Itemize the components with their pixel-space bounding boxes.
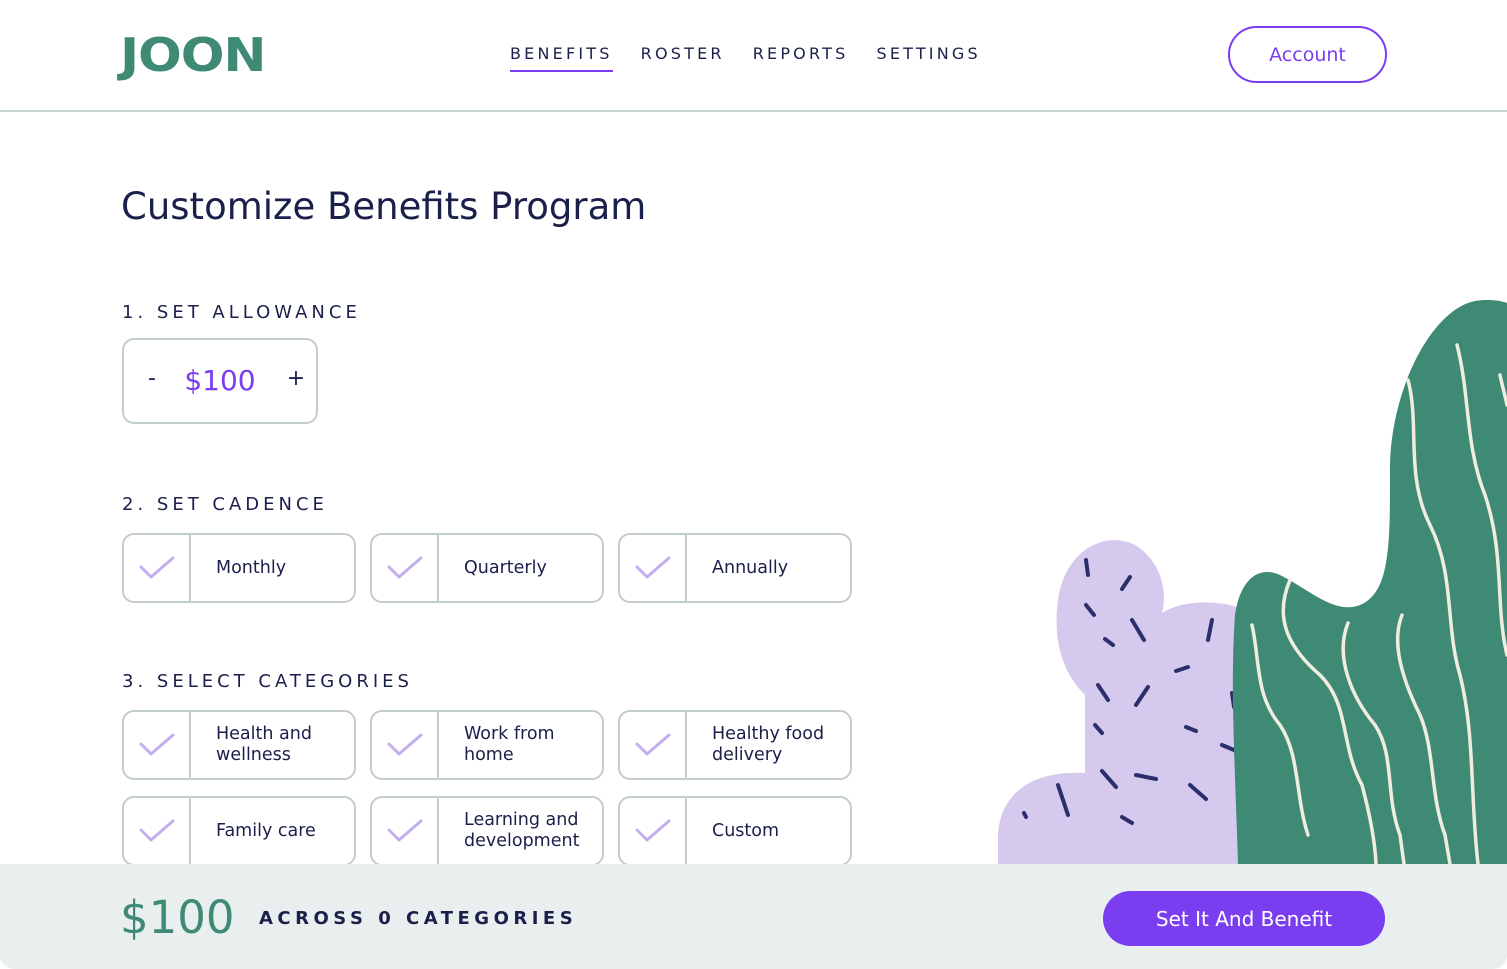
check-icon [635, 733, 670, 756]
option-label: Annually [712, 557, 789, 578]
category-option-family-care[interactable]: Family care [122, 796, 356, 866]
main-nav: BENEFITS ROSTER REPORTS SETTINGS [510, 44, 1009, 72]
checkbox[interactable] [620, 535, 687, 601]
nav-benefits[interactable]: BENEFITS [510, 44, 613, 72]
cactus-illustration [998, 300, 1507, 864]
check-icon [139, 556, 174, 579]
category-option-custom[interactable]: Custom [618, 796, 852, 866]
checkbox[interactable] [372, 798, 439, 864]
check-icon [387, 733, 422, 756]
cadence-option-monthly[interactable]: Monthly [122, 533, 356, 603]
page-title: Customize Benefits Program [121, 185, 647, 228]
option-label: Learning and development [464, 810, 580, 851]
check-icon [387, 556, 422, 579]
increment-button[interactable]: + [284, 366, 308, 396]
joon-logo[interactable]: JOON [120, 27, 267, 83]
option-label: Healthy food delivery [712, 724, 825, 765]
option-label: Custom [712, 820, 780, 841]
option-label: Family care [216, 820, 316, 841]
decrement-button[interactable]: - [140, 366, 164, 396]
check-icon [635, 556, 670, 579]
check-icon [635, 819, 670, 842]
section-label-categories: 3. SELECT CATEGORIES [122, 671, 413, 692]
cadence-option-quarterly[interactable]: Quarterly [370, 533, 604, 603]
category-count-summary: ACROSS 0 CATEGORIES [259, 908, 578, 929]
allowance-value: $100 [184, 364, 256, 397]
option-label: Work from home [464, 724, 555, 765]
section-label-cadence: 2. SET CADENCE [122, 494, 328, 515]
category-option-work-from-home[interactable]: Work from home [370, 710, 604, 780]
set-it-and-benefit-button[interactable]: Set It And Benefit [1103, 891, 1385, 946]
total-amount: $100 [120, 891, 235, 944]
nav-settings[interactable]: SETTINGS [876, 44, 980, 72]
checkbox[interactable] [124, 712, 191, 778]
check-icon [139, 733, 174, 756]
checkbox[interactable] [372, 712, 439, 778]
check-icon [387, 819, 422, 842]
checkbox[interactable] [372, 535, 439, 601]
checkbox[interactable] [620, 712, 687, 778]
category-option-learning-development[interactable]: Learning and development [370, 796, 604, 866]
top-nav-bar: JOON BENEFITS ROSTER REPORTS SETTINGS Ac… [0, 0, 1507, 112]
section-label-allowance: 1. SET ALLOWANCE [122, 302, 361, 323]
category-option-health-wellness[interactable]: Health and wellness [122, 710, 356, 780]
account-button[interactable]: Account [1228, 26, 1387, 83]
checkbox[interactable] [124, 535, 191, 601]
check-icon [139, 819, 174, 842]
option-label: Health and wellness [216, 724, 312, 765]
category-option-healthy-food-delivery[interactable]: Healthy food delivery [618, 710, 852, 780]
checkbox[interactable] [620, 798, 687, 864]
option-label: Monthly [216, 557, 287, 578]
allowance-stepper: - $100 + [122, 338, 318, 424]
nav-reports[interactable]: REPORTS [753, 44, 849, 72]
app-frame: JOON BENEFITS ROSTER REPORTS SETTINGS Ac… [0, 0, 1507, 969]
cadence-option-annually[interactable]: Annually [618, 533, 852, 603]
nav-roster[interactable]: ROSTER [641, 44, 725, 72]
checkbox[interactable] [124, 798, 191, 864]
option-label: Quarterly [464, 557, 547, 578]
